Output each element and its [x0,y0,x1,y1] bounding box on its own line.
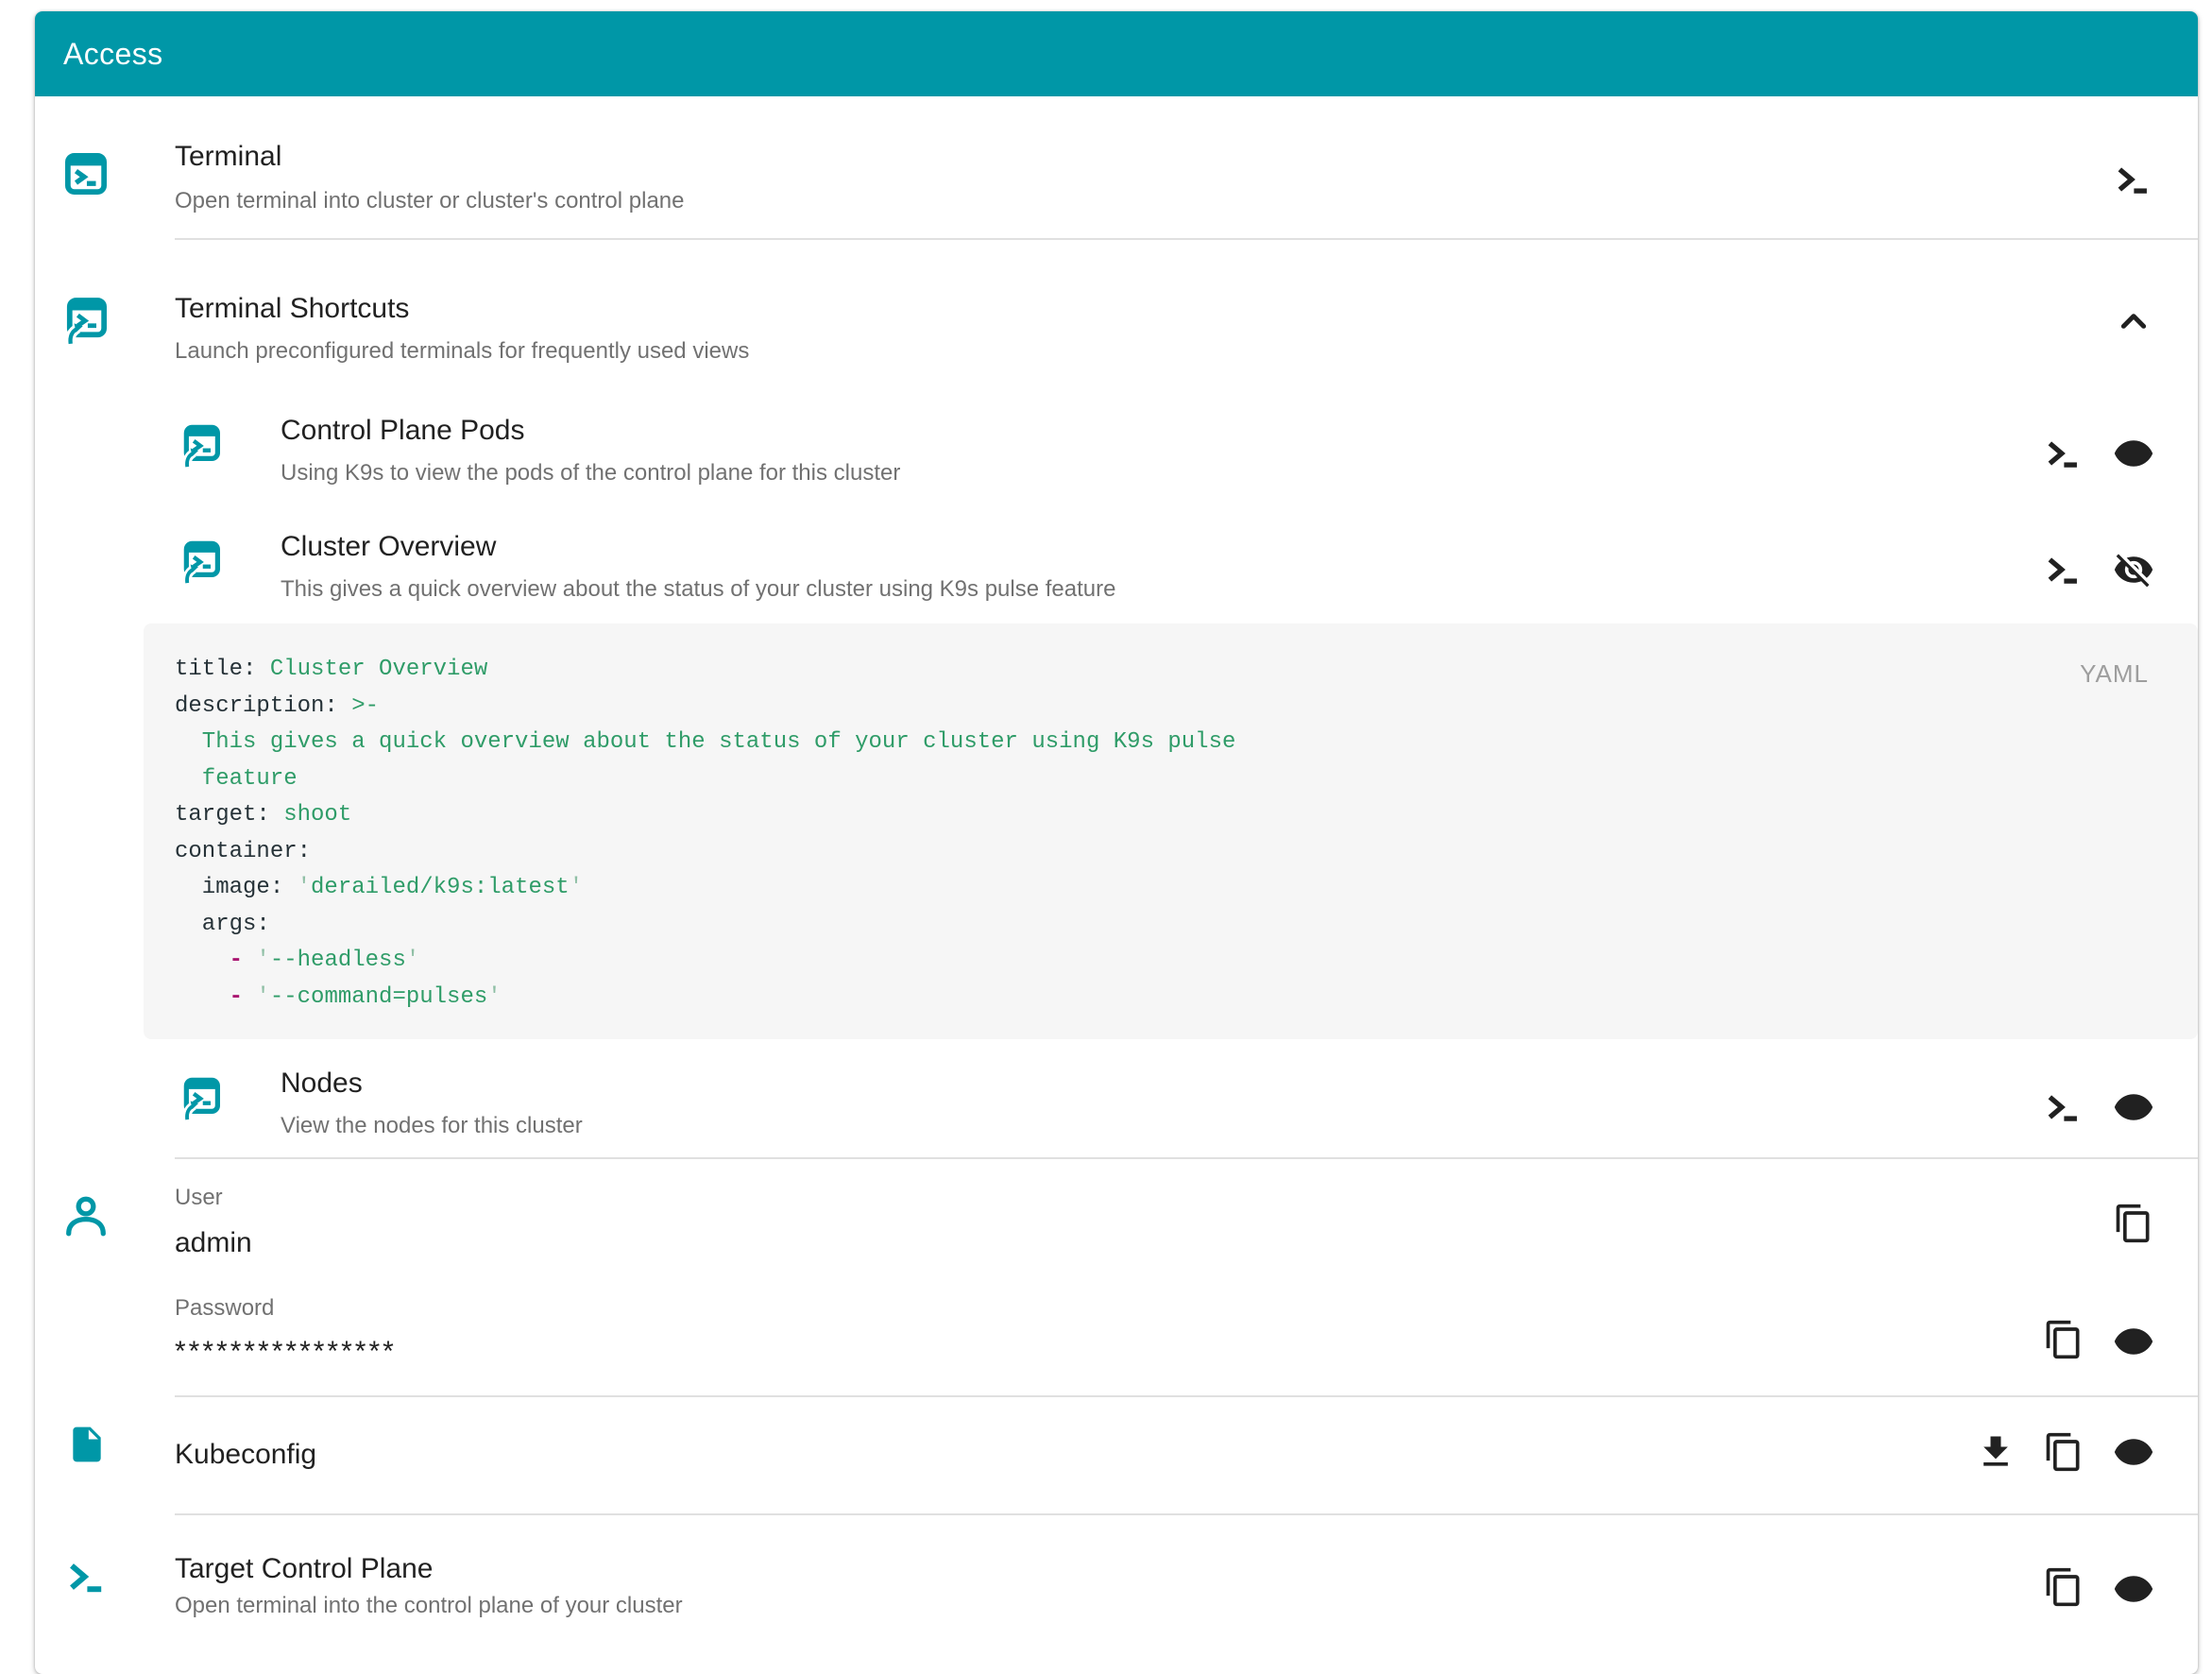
eye-icon [2113,1431,2154,1473]
terminal-shortcuts-icon [64,295,108,346]
console-icon [2043,433,2084,474]
target-control-plane-description: Open terminal into the control plane of … [175,1591,683,1621]
yaml-line: args: [175,907,1990,944]
yaml-line: title: Cluster Overview [175,652,1990,689]
control-plane-pods-title: Control Plane Pods [281,413,525,449]
show-nodes-yaml-button[interactable] [2113,1086,2154,1128]
yaml-line: description: >- [175,689,1990,726]
download-icon [1975,1431,2016,1473]
yaml-line: container: [175,834,1990,871]
console-icon [2043,1086,2084,1128]
console-icon [2043,549,2084,590]
yaml-preview-panel: YAML title: Cluster Overviewdescription:… [144,623,2198,1039]
nodes-title: Nodes [281,1066,363,1102]
shortcut-item-icon [179,536,223,587]
cluster-overview-title: Cluster Overview [281,529,496,565]
launch-cluster-overview-terminal-button[interactable] [2043,549,2084,590]
chevron-up-icon [2113,300,2154,342]
shortcut-item-icon [179,419,223,470]
yaml-line: This gives a quick overview about the st… [175,725,1990,761]
copy-password-button[interactable] [2043,1319,2084,1360]
eye-off-icon [2113,549,2154,590]
download-kubeconfig-button[interactable] [1975,1431,2016,1473]
launch-nodes-terminal-button[interactable] [2043,1086,2084,1128]
collapse-shortcuts-button[interactable] [2113,300,2154,342]
yaml-line: feature [175,761,1990,798]
eye-icon [2113,433,2154,474]
target-control-plane-title: Target Control Plane [175,1551,434,1587]
eye-icon [2113,1321,2154,1362]
copy-target-control-plane-button[interactable] [2043,1566,2084,1608]
kubeconfig-file-icon [66,1420,108,1469]
target-control-plane-icon [64,1554,110,1599]
reveal-password-button[interactable] [2113,1321,2154,1362]
yaml-code: title: Cluster Overviewdescription: >- T… [175,652,1990,1016]
eye-icon [2113,1086,2154,1128]
kubeconfig-title: Kubeconfig [175,1437,316,1473]
show-control-plane-pods-yaml-button[interactable] [2113,433,2154,474]
terminal-description: Open terminal into cluster or cluster's … [175,186,685,216]
shortcut-item-icon [179,1072,223,1123]
user-label: User [175,1184,223,1212]
open-terminal-button[interactable] [2113,159,2154,200]
password-value: **************** [175,1334,397,1370]
copy-icon [2043,1566,2084,1608]
terminal-shortcuts-description: Launch preconfigured terminals for frequ… [175,336,749,367]
nodes-description: View the nodes for this cluster [281,1111,583,1141]
hide-cluster-overview-yaml-button[interactable] [2113,549,2154,590]
terminal-title: Terminal [175,139,281,175]
show-target-control-plane-button[interactable] [2113,1568,2154,1610]
access-card-header: Access [35,11,2198,96]
launch-control-plane-pods-terminal-button[interactable] [2043,433,2084,474]
terminal-shortcuts-title: Terminal Shortcuts [175,291,409,327]
copy-user-button[interactable] [2113,1203,2154,1244]
show-kubeconfig-button[interactable] [2113,1431,2154,1473]
yaml-badge: YAML [2080,659,2149,689]
console-icon [2113,159,2154,200]
terminal-icon [64,147,108,198]
cluster-overview-description: This gives a quick overview about the st… [281,574,1115,605]
divider [175,1157,2198,1159]
divider [175,1513,2198,1515]
yaml-line: target: shoot [175,797,1990,834]
control-plane-pods-description: Using K9s to view the pods of the contro… [281,458,900,488]
yaml-line: image: 'derailed/k9s:latest' [175,870,1990,907]
eye-icon [2113,1568,2154,1610]
copy-kubeconfig-button[interactable] [2043,1431,2084,1473]
copy-icon [2043,1431,2084,1473]
password-label: Password [175,1294,274,1323]
yaml-line: - '--command=pulses' [175,980,1990,1016]
access-card: Access Terminal Open terminal into clust… [35,11,2198,1674]
card-title: Access [63,37,163,72]
user-icon [64,1194,108,1238]
yaml-line: - '--headless' [175,943,1990,980]
divider [175,1395,2198,1397]
divider [175,238,2198,240]
copy-icon [2113,1203,2154,1244]
copy-icon [2043,1319,2084,1360]
user-value: admin [175,1225,252,1261]
